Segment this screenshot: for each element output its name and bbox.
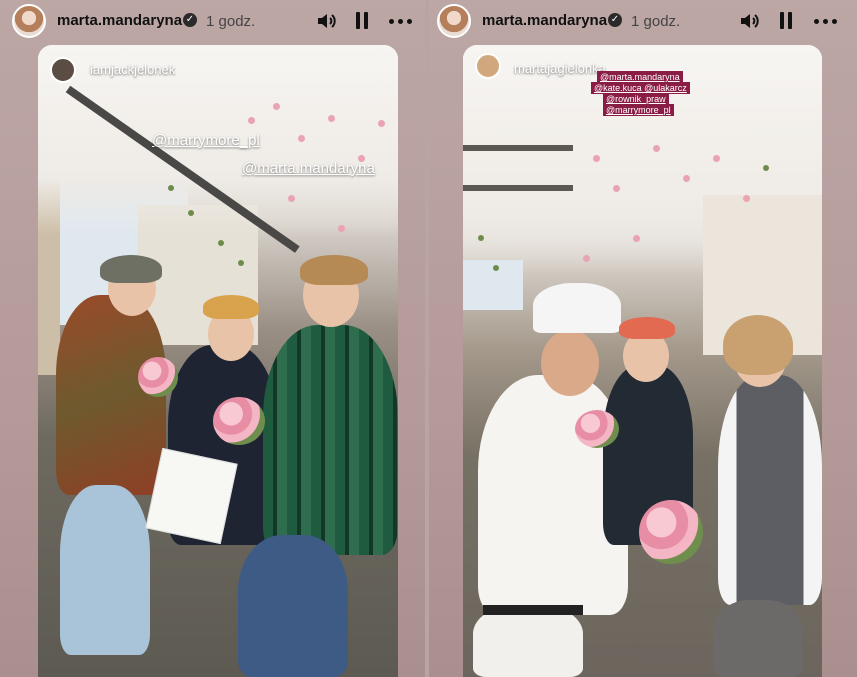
user-avatar[interactable] [12, 4, 46, 38]
verified-icon: ✓ [183, 13, 197, 27]
mention-tag[interactable]: @marrymore_pl [603, 104, 674, 116]
story-header: marta.mandaryna ✓ 1 godz. [0, 0, 425, 42]
user-avatar[interactable] [437, 4, 471, 38]
mention-tag[interactable]: @marrymore_pl [152, 132, 260, 149]
volume-icon[interactable] [315, 9, 339, 33]
username[interactable]: marta.mandaryna [57, 12, 182, 29]
pause-icon[interactable] [350, 9, 374, 33]
volume-icon[interactable] [738, 9, 762, 33]
mention-tag[interactable]: @marta.mandaryna [242, 160, 375, 177]
bouquet [639, 500, 703, 564]
bouquet [575, 410, 619, 448]
person [718, 375, 822, 605]
tent-beam [463, 185, 573, 191]
story-right[interactable]: marta.mandaryna ✓ 1 godz. martajagielonk… [429, 0, 857, 677]
bouquet [138, 357, 178, 397]
story-media: iamjackjelonek @marrymore_pl @marta.mand… [38, 45, 398, 677]
story-header: marta.mandaryna ✓ 1 godz. [429, 0, 857, 42]
bouquet [213, 397, 265, 445]
person [263, 325, 398, 555]
belt [483, 605, 583, 615]
time-ago: 1 godz. [631, 13, 681, 30]
more-dots-icon[interactable] [389, 9, 413, 33]
more-dots-icon[interactable] [814, 9, 838, 33]
mention-username[interactable]: iamjackjelonek [90, 62, 175, 77]
story-media: martajagielonka @marta.mandaryna @kate.k… [463, 45, 822, 677]
white-cap [533, 283, 621, 333]
time-ago: 1 godz. [206, 13, 256, 30]
tent-beam [463, 145, 573, 151]
pause-icon[interactable] [774, 9, 798, 33]
mention-avatar[interactable] [475, 53, 501, 79]
mention-username[interactable]: martajagielonka [514, 61, 606, 76]
mention-avatar[interactable] [50, 57, 76, 83]
verified-icon: ✓ [608, 13, 622, 27]
story-left[interactable]: marta.mandaryna ✓ 1 godz. iamjackjelonek… [0, 0, 425, 677]
username[interactable]: marta.mandaryna [482, 12, 607, 29]
